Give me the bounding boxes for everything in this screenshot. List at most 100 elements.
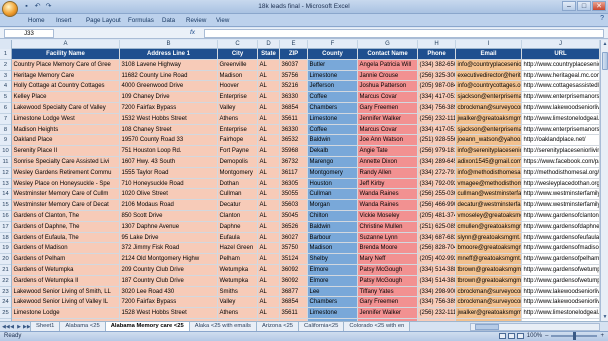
table-cell[interactable]: (334) 298-9000 <box>418 286 456 298</box>
table-cell[interactable]: Gardens of Madison <box>12 243 120 255</box>
table-cell[interactable]: 36526 <box>280 221 308 233</box>
table-cell[interactable]: 2124 Old Montgomery Highw <box>120 254 218 265</box>
table-cell[interactable]: info@countrycottages.org <box>456 81 522 93</box>
table-cell[interactable]: (334) 792-0921 <box>418 178 456 190</box>
row-header[interactable]: 18 <box>0 233 11 244</box>
table-cell[interactable]: Gardens of Wetumpka II <box>12 275 120 287</box>
row-header[interactable]: 25 <box>0 308 11 319</box>
table-cell[interactable]: mneff@greatoaksmgmt.com <box>456 254 522 265</box>
table-cell[interactable]: AL <box>258 243 280 255</box>
table-cell[interactable]: http://www.lakewoodseniorliving.com <box>522 102 600 114</box>
table-cell[interactable]: bmoore@greatoaksmgmt.com <box>456 243 522 255</box>
table-cell[interactable]: Limestone <box>308 308 358 319</box>
table-cell[interactable]: 109 Chaney Drive <box>120 92 218 103</box>
table-cell[interactable]: Brenda Moore <box>358 243 418 255</box>
table-cell[interactable]: 35045 <box>280 210 308 222</box>
table-cell[interactable]: 95 Lake Drive <box>120 232 218 244</box>
table-cell[interactable]: (251) 928-5566 <box>418 135 456 147</box>
column-header-h[interactable]: H <box>418 40 456 49</box>
table-cell[interactable]: http://www.lakewoodseniorliving.com <box>522 286 600 298</box>
column-header-i[interactable]: I <box>456 40 522 49</box>
table-cell[interactable]: AL <box>258 156 280 168</box>
table-cell[interactable]: http://wesleyplacedothan.org/ <box>522 178 600 190</box>
table-cell[interactable]: 35216 <box>280 81 308 93</box>
table-cell[interactable]: Morgan <box>308 200 358 211</box>
table-cell[interactable]: Limestone <box>308 70 358 82</box>
table-cell[interactable]: 36532 <box>280 135 308 147</box>
table-cell[interactable]: AL <box>258 297 280 309</box>
table-cell[interactable]: Cullman <box>218 189 258 201</box>
row-header[interactable]: 11 <box>0 157 11 168</box>
table-cell[interactable]: Heritage Memory Care <box>12 70 120 82</box>
table-cell[interactable]: 1532 West Hobbs Street <box>120 113 218 125</box>
table-cell[interactable]: (256) 979-1818 <box>418 146 456 157</box>
normal-view-icon[interactable] <box>498 333 506 339</box>
table-cell[interactable]: 36027 <box>280 232 308 244</box>
row-header[interactable]: 24 <box>0 297 11 309</box>
fx-icon[interactable]: fx <box>190 29 195 36</box>
table-cell[interactable]: Tiffany Yates <box>358 286 418 298</box>
table-cell[interactable]: (334) 417-0511 <box>418 92 456 103</box>
table-cell[interactable]: (256) 828-7040 <box>418 243 456 255</box>
table-cell[interactable]: (256) 466-9900 <box>418 200 456 211</box>
table-cell[interactable]: (334) 382-6500 <box>418 59 456 71</box>
row-header[interactable]: 17 <box>0 222 11 233</box>
table-cell[interactable]: Angie Tate <box>358 146 418 157</box>
row-header[interactable]: 22 <box>0 276 11 287</box>
table-cell[interactable]: Oakland Place <box>12 135 120 147</box>
table-cell[interactable]: http://www.gardensofwetumpka.com <box>522 275 600 287</box>
table-cell[interactable]: http://www.gardensofclanton.com/ <box>522 210 600 222</box>
table-cell[interactable]: Barbour <box>308 232 358 244</box>
table-cell[interactable]: 187 Country Club Drive <box>120 275 218 287</box>
table-cell[interactable]: 3108 Lavene Highway <box>120 59 218 71</box>
row-header[interactable]: 6 <box>0 103 11 114</box>
header-cell[interactable]: Facility Name <box>12 49 120 60</box>
table-cell[interactable]: http://methodisthomesal.org/wesley-g <box>522 167 600 179</box>
office-button[interactable] <box>2 1 18 17</box>
table-cell[interactable]: Pelham <box>218 254 258 265</box>
table-cell[interactable]: Jannie Crouse <box>358 70 418 82</box>
table-cell[interactable]: Mary Neff <box>358 254 418 265</box>
table-cell[interactable]: 36117 <box>280 167 308 179</box>
table-cell[interactable]: Jennifer Walker <box>358 113 418 125</box>
table-cell[interactable]: (256) 255-0365 <box>418 189 456 201</box>
table-cell[interactable]: Demopolis <box>218 156 258 168</box>
scroll-down-icon[interactable]: ▼ <box>601 313 608 321</box>
table-cell[interactable]: Chambers <box>308 297 358 309</box>
table-cell[interactable]: AL <box>258 92 280 103</box>
table-cell[interactable]: 36877 <box>280 286 308 298</box>
row-header[interactable]: 14 <box>0 189 11 201</box>
table-cell[interactable]: Madison <box>308 243 358 255</box>
table-cell[interactable]: info@serenityplaceseniorliv <box>456 146 522 157</box>
table-cell[interactable]: Greenville <box>218 59 258 71</box>
header-cell[interactable]: URL <box>522 49 600 60</box>
table-cell[interactable]: 1607 Hwy. 43 South <box>120 156 218 168</box>
header-cell[interactable]: County <box>308 49 358 60</box>
zoom-slider-thumb[interactable] <box>573 332 577 340</box>
table-cell[interactable]: Smiths <box>218 286 258 298</box>
table-cell[interactable]: 7200 Fairfax Bypass <box>120 102 218 114</box>
table-cell[interactable]: 108 Chaney Street <box>120 124 218 136</box>
table-cell[interactable]: http://www.gardensofdaphne.com/ <box>522 221 600 233</box>
table-cell[interactable]: Annette Dixon <box>358 156 418 168</box>
column-header-d[interactable]: D <box>258 40 280 49</box>
table-cell[interactable]: Athens <box>218 308 258 319</box>
header-cell[interactable]: Contact Name <box>358 49 418 60</box>
table-cell[interactable]: Cullman <box>308 189 358 201</box>
table-cell[interactable]: Valley <box>218 102 258 114</box>
table-cell[interactable]: 36854 <box>280 297 308 309</box>
table-cell[interactable]: http://www.enterprisemanorseniorlivi <box>522 124 600 136</box>
name-box[interactable]: J33 <box>4 29 54 38</box>
table-cell[interactable]: Enterprise <box>218 92 258 103</box>
table-cell[interactable]: Fort Payne <box>218 146 258 157</box>
table-cell[interactable]: Gardens of Daphne, The <box>12 221 120 233</box>
table-cell[interactable]: Elmore <box>308 275 358 287</box>
table-cell[interactable]: 36037 <box>280 59 308 71</box>
table-cell[interactable]: Dekalb <box>308 146 358 157</box>
zoom-out-icon[interactable]: – <box>545 333 548 339</box>
last-sheet-icon[interactable]: ▶▶ <box>23 323 31 331</box>
table-cell[interactable]: 35611 <box>280 113 308 125</box>
row-header[interactable]: 12 <box>0 168 11 179</box>
table-cell[interactable]: cbrockman@surveyoconsulting <box>456 102 522 114</box>
table-cell[interactable]: 35611 <box>280 308 308 319</box>
